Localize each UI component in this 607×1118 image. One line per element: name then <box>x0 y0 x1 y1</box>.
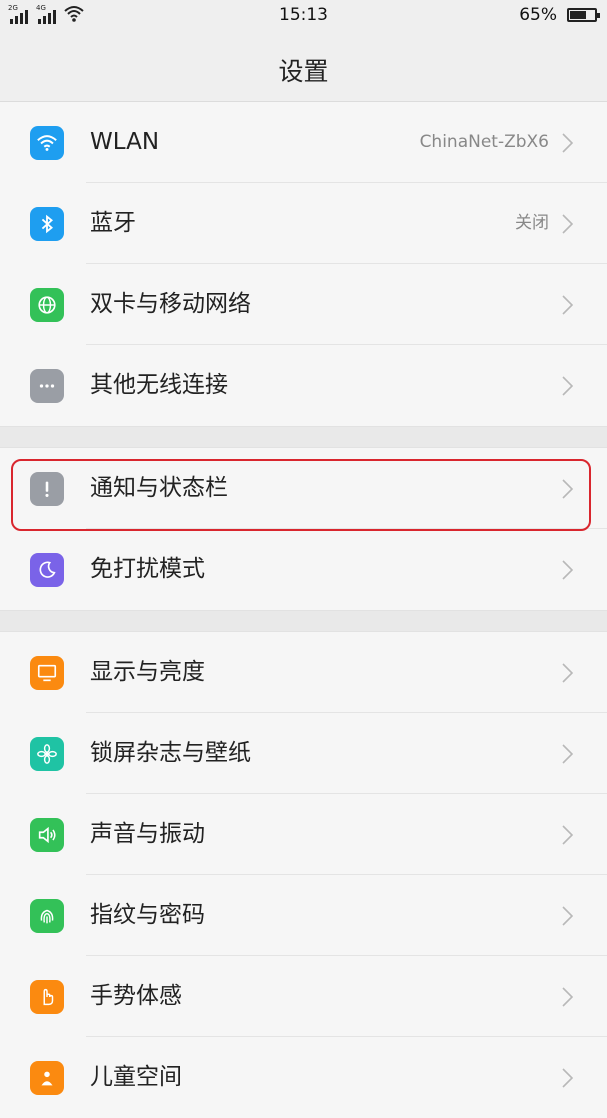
settings-item-label: 手势体感 <box>90 983 182 1009</box>
settings-item-label: 双卡与移动网络 <box>90 291 251 317</box>
globe-icon <box>30 288 64 322</box>
chevron-right-icon <box>562 376 574 396</box>
settings-item-label: 儿童空间 <box>90 1064 182 1090</box>
flower-icon <box>30 737 64 771</box>
settings-list: WLAN ChinaNet-ZbX6 蓝牙 关闭 双卡与移动网络 其他无线连接 通知与状态栏… <box>0 102 607 1118</box>
chevron-right-icon <box>562 906 574 926</box>
settings-item[interactable]: 免打扰模式 <box>0 529 607 610</box>
settings-item-value: ChinaNet-ZbX6 <box>419 132 549 152</box>
settings-item-label: 声音与振动 <box>90 821 205 847</box>
bluetooth-icon <box>30 207 64 241</box>
settings-item[interactable]: 蓝牙 关闭 <box>0 183 607 264</box>
settings-item-label: 显示与亮度 <box>90 659 205 685</box>
group-divider <box>0 426 607 448</box>
hand-icon <box>30 980 64 1014</box>
settings-item[interactable]: 其他无线连接 <box>0 345 607 426</box>
chevron-right-icon <box>562 1068 574 1088</box>
settings-group: 通知与状态栏 免打扰模式 <box>0 448 607 610</box>
chevron-right-icon <box>562 560 574 580</box>
battery-percent: 65% <box>519 5 557 25</box>
moon-icon <box>30 553 64 587</box>
settings-item[interactable]: 声音与振动 <box>0 794 607 875</box>
chevron-right-icon <box>562 663 574 683</box>
settings-item-label: 其他无线连接 <box>90 372 228 398</box>
settings-item[interactable]: 手势体感 <box>0 956 607 1037</box>
wifi-icon <box>30 126 64 160</box>
chevron-right-icon <box>562 133 574 153</box>
chevron-right-icon <box>562 214 574 234</box>
chevron-right-icon <box>562 825 574 845</box>
settings-item[interactable]: 双卡与移动网络 <box>0 264 607 345</box>
settings-item-label: WLAN <box>90 129 160 155</box>
chevron-right-icon <box>562 987 574 1007</box>
settings-item[interactable]: 锁屏杂志与壁纸 <box>0 713 607 794</box>
child-icon <box>30 1061 64 1095</box>
status-time: 15:13 <box>279 5 328 25</box>
settings-item[interactable]: 指纹与密码 <box>0 875 607 956</box>
display-icon <box>30 656 64 690</box>
chevron-right-icon <box>562 479 574 499</box>
settings-item[interactable]: WLAN ChinaNet-ZbX6 <box>0 102 607 183</box>
settings-item[interactable]: 通知与状态栏 <box>0 448 607 529</box>
page-title: 设置 <box>278 57 329 86</box>
settings-item-value: 关闭 <box>515 213 549 233</box>
settings-item[interactable]: 儿童空间 <box>0 1037 607 1118</box>
settings-item[interactable]: 显示与亮度 <box>0 632 607 713</box>
chevron-right-icon <box>562 744 574 764</box>
settings-item-label: 指纹与密码 <box>90 902 205 928</box>
status-bar: 2G 4G 15:13 65% <box>0 0 607 32</box>
speaker-icon <box>30 818 64 852</box>
more-dots-icon <box>30 369 64 403</box>
fingerprint-icon <box>30 899 64 933</box>
settings-group: 显示与亮度锁屏杂志与壁纸 声音与振动指纹与密码手势体感儿童空间 <box>0 632 607 1118</box>
settings-item-label: 免打扰模式 <box>90 556 205 582</box>
settings-item-label: 蓝牙 <box>90 210 136 236</box>
exclamation-icon <box>30 472 64 506</box>
settings-item-label: 通知与状态栏 <box>90 475 228 501</box>
settings-item-label: 锁屏杂志与壁纸 <box>90 740 251 766</box>
group-divider <box>0 610 607 632</box>
title-bar: 设置 <box>0 32 607 102</box>
chevron-right-icon <box>562 295 574 315</box>
settings-group: WLAN ChinaNet-ZbX6 蓝牙 关闭双卡与移动网络 其他无线连接 <box>0 102 607 426</box>
battery-icon <box>567 8 600 22</box>
